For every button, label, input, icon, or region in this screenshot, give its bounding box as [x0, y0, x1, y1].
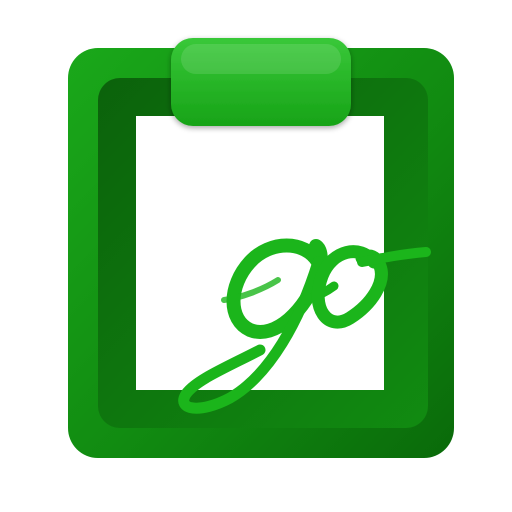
app-icon — [0, 0, 512, 512]
clipboard-go-icon — [68, 38, 454, 458]
clipboard-clip-highlight — [181, 44, 341, 74]
